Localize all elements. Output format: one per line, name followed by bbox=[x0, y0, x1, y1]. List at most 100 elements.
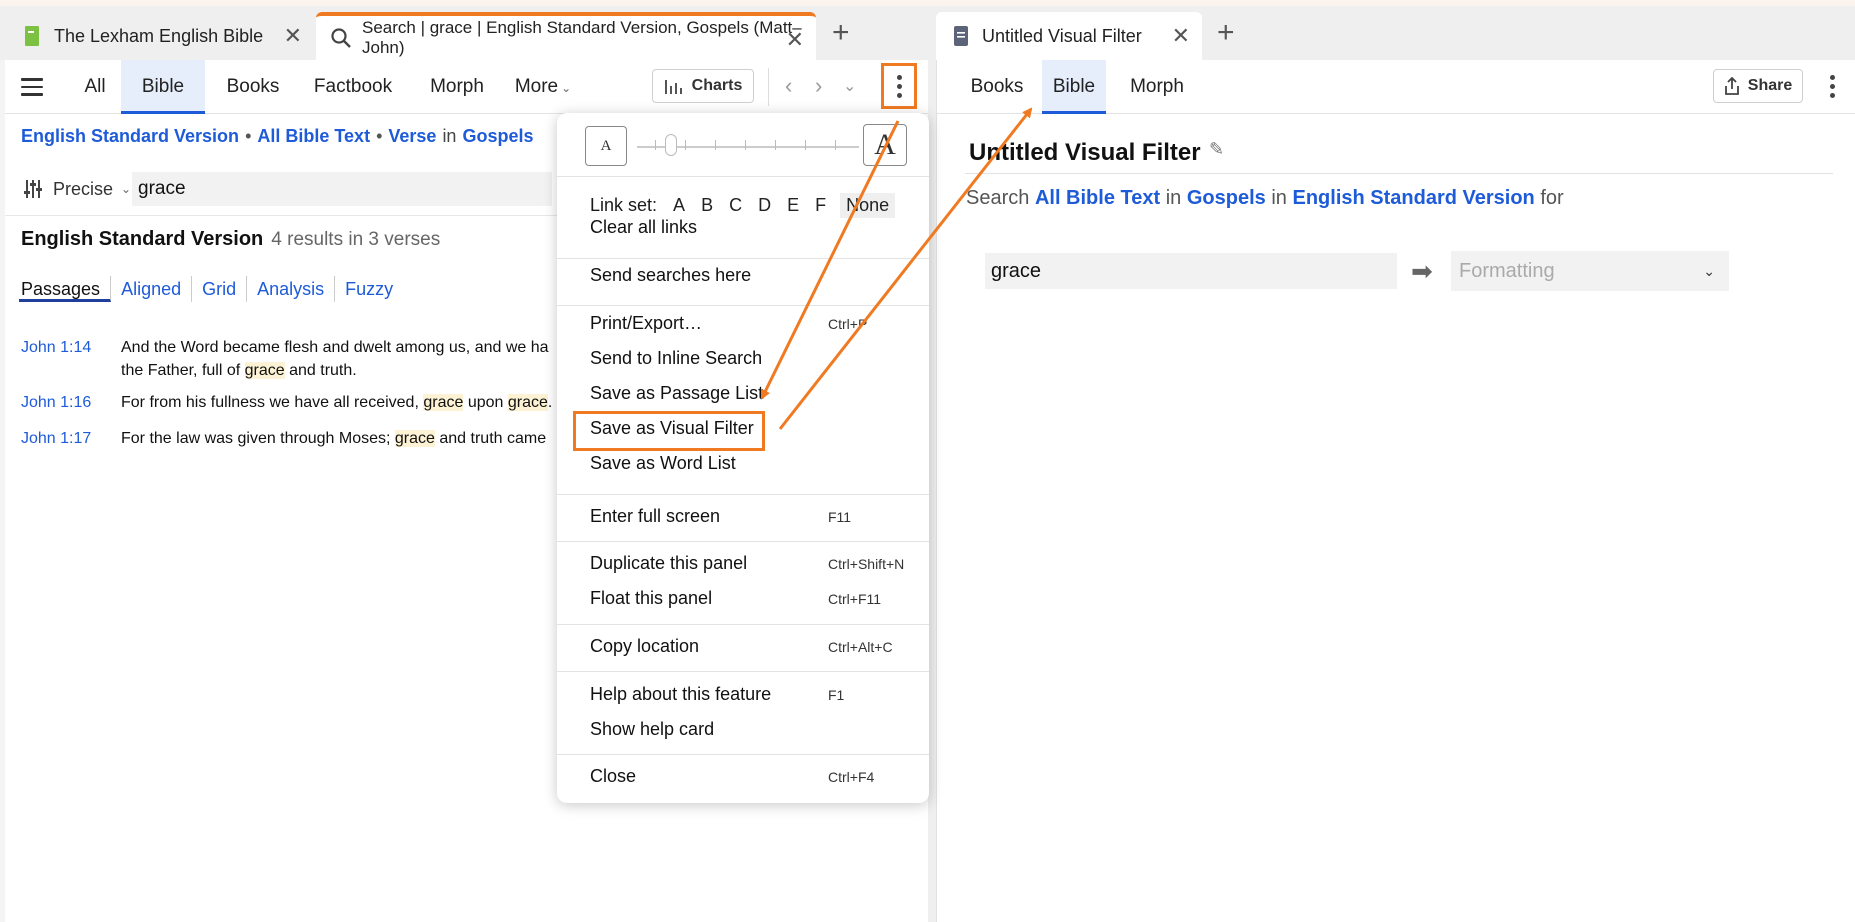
link-set-f[interactable]: F bbox=[815, 195, 826, 216]
results-count: 4 results in 3 verses bbox=[271, 229, 441, 250]
menu-separator bbox=[557, 494, 929, 495]
forward-icon[interactable]: › bbox=[815, 73, 822, 99]
nav-books[interactable]: Books bbox=[213, 60, 293, 114]
tab-analysis[interactable]: Analysis bbox=[247, 276, 336, 302]
verse-fragment: upon bbox=[463, 394, 508, 411]
menu-item-label: Float this panel bbox=[590, 588, 713, 608]
menu-shortcut: F11 bbox=[828, 509, 852, 525]
menu-item-send-searches[interactable]: Send searches here bbox=[590, 265, 751, 286]
filter-query-input[interactable]: grace bbox=[985, 253, 1397, 289]
nav-all[interactable]: All bbox=[65, 60, 125, 114]
history-chevron-icon[interactable]: ⌄ bbox=[843, 76, 856, 96]
close-icon[interactable]: ✕ bbox=[786, 29, 804, 51]
breadcrumb-unit[interactable]: Verse bbox=[388, 126, 436, 146]
menu-item-copy-location[interactable]: Copy location Ctrl+Alt+C bbox=[590, 636, 893, 657]
formatting-select[interactable]: Formatting ⌄ bbox=[1451, 251, 1729, 291]
breadcrumb: English Standard Version • All Bible Text •… bbox=[21, 126, 533, 147]
menu-item-print-export[interactable]: Print/Export… Ctrl+P bbox=[590, 313, 867, 334]
menu-item-help-card[interactable]: Show help card bbox=[590, 719, 714, 740]
nav-morph[interactable]: Morph bbox=[1117, 60, 1197, 114]
tab-passages[interactable]: Passages bbox=[19, 276, 112, 302]
verse-fragment: and truth. bbox=[284, 362, 357, 379]
link-set-none[interactable]: None bbox=[840, 193, 896, 218]
chevron-down-icon: ⌄ bbox=[1703, 263, 1715, 279]
menu-item-float-panel[interactable]: Float this panel Ctrl+F11 bbox=[590, 588, 881, 609]
verse-line: the Father, full of grace and truth. bbox=[121, 359, 581, 382]
nav-more[interactable]: More ⌄ bbox=[505, 60, 581, 114]
decrease-text-size[interactable]: A bbox=[585, 126, 627, 166]
link-set-c[interactable]: C bbox=[729, 195, 742, 216]
tab-search[interactable]: Search | grace | English Standard Versio… bbox=[316, 12, 816, 60]
menu-item-label: Print/Export… bbox=[590, 313, 703, 333]
bar-chart-icon bbox=[664, 80, 682, 94]
back-icon[interactable]: ‹ bbox=[785, 73, 792, 99]
menu-item-close[interactable]: Close Ctrl+F4 bbox=[590, 766, 874, 787]
link-set-e[interactable]: E bbox=[787, 195, 799, 216]
menu-item-send-inline-search[interactable]: Send to Inline Search bbox=[590, 348, 762, 369]
slider-thumb[interactable] bbox=[665, 134, 677, 156]
tab-visual-filter[interactable]: Untitled Visual Filter ✕ bbox=[936, 12, 1202, 60]
menu-item-label: Send searches here bbox=[590, 265, 752, 285]
tab-aligned[interactable]: Aligned bbox=[111, 276, 193, 302]
desc-version-link[interactable]: English Standard Version bbox=[1292, 187, 1534, 209]
add-tab-icon[interactable]: + bbox=[1217, 18, 1235, 48]
link-set-d[interactable]: D bbox=[758, 195, 771, 216]
nav-bible[interactable]: Bible bbox=[121, 60, 205, 114]
precise-dropdown[interactable]: Precise ⌄ bbox=[23, 179, 131, 200]
increase-text-size[interactable]: A bbox=[863, 124, 907, 166]
breadcrumb-text[interactable]: All Bible Text bbox=[257, 126, 370, 146]
verse-text: For from his fullness we have all receiv… bbox=[121, 391, 581, 414]
menu-separator bbox=[557, 258, 929, 259]
tab-grid[interactable]: Grid bbox=[192, 276, 248, 302]
charts-button[interactable]: Charts bbox=[652, 69, 754, 103]
nav-factbook[interactable]: Factbook bbox=[303, 60, 403, 114]
search-icon bbox=[330, 27, 352, 49]
menu-item-save-passage-list[interactable]: Save as Passage List bbox=[590, 383, 763, 404]
menu-item-save-word-list[interactable]: Save as Word List bbox=[590, 453, 736, 474]
panel-menu-button[interactable] bbox=[881, 63, 917, 109]
slider-tick bbox=[835, 140, 836, 150]
nav-morph[interactable]: Morph bbox=[417, 60, 497, 114]
chevron-down-icon: ⌄ bbox=[121, 182, 132, 196]
menu-shortcut: Ctrl+Shift+N bbox=[828, 556, 905, 572]
hamburger-icon[interactable] bbox=[21, 78, 43, 96]
more-options-icon[interactable] bbox=[1830, 75, 1835, 98]
breadcrumb-range[interactable]: Gospels bbox=[462, 126, 533, 146]
verse-ref[interactable]: John 1:17 bbox=[21, 427, 111, 450]
nav-books[interactable]: Books bbox=[957, 60, 1037, 114]
menu-item-duplicate-panel[interactable]: Duplicate this panel Ctrl+Shift+N bbox=[590, 553, 904, 574]
tab-title: Untitled Visual Filter bbox=[982, 25, 1142, 46]
menu-item-label: Save as Passage List bbox=[590, 383, 764, 403]
desc-range-link[interactable]: Gospels bbox=[1187, 187, 1266, 209]
menu-item-full-screen[interactable]: Enter full screen F11 bbox=[590, 506, 851, 527]
menu-separator bbox=[557, 671, 929, 672]
search-input[interactable] bbox=[132, 172, 552, 206]
slider-tick bbox=[685, 140, 686, 150]
tab-fuzzy[interactable]: Fuzzy bbox=[335, 276, 403, 302]
menu-item-clear-links[interactable]: Clear all links bbox=[590, 217, 697, 238]
search-hit: grace bbox=[507, 394, 548, 411]
verse-ref[interactable]: John 1:14 bbox=[21, 336, 111, 359]
verse-ref[interactable]: John 1:16 bbox=[21, 391, 111, 414]
book-icon bbox=[22, 25, 44, 47]
close-icon[interactable]: ✕ bbox=[1172, 25, 1190, 47]
link-set-b[interactable]: B bbox=[701, 195, 713, 216]
top-accent-line bbox=[0, 0, 1855, 6]
desc-text-link[interactable]: All Bible Text bbox=[1035, 187, 1160, 209]
page-title[interactable]: Untitled Visual Filter bbox=[969, 139, 1201, 167]
edit-icon[interactable]: ✎ bbox=[1209, 139, 1224, 160]
panel-divider[interactable] bbox=[928, 60, 936, 922]
desc-word: Search bbox=[966, 187, 1030, 209]
share-label: Share bbox=[1747, 77, 1793, 94]
nav-bible[interactable]: Bible bbox=[1042, 60, 1106, 114]
link-set-a[interactable]: A bbox=[673, 195, 685, 216]
desc-word: in bbox=[1165, 187, 1182, 209]
breadcrumb-in: in bbox=[442, 126, 457, 146]
add-tab-icon[interactable]: + bbox=[832, 18, 850, 48]
breadcrumb-version[interactable]: English Standard Version bbox=[21, 126, 239, 146]
close-icon[interactable]: ✕ bbox=[284, 25, 302, 47]
tab-lexham[interactable]: The Lexham English Bible ✕ bbox=[8, 12, 314, 60]
share-button[interactable]: Share bbox=[1713, 69, 1803, 103]
link-set-label: Link set: bbox=[590, 195, 658, 215]
menu-item-help-feature[interactable]: Help about this feature F1 bbox=[590, 684, 844, 705]
